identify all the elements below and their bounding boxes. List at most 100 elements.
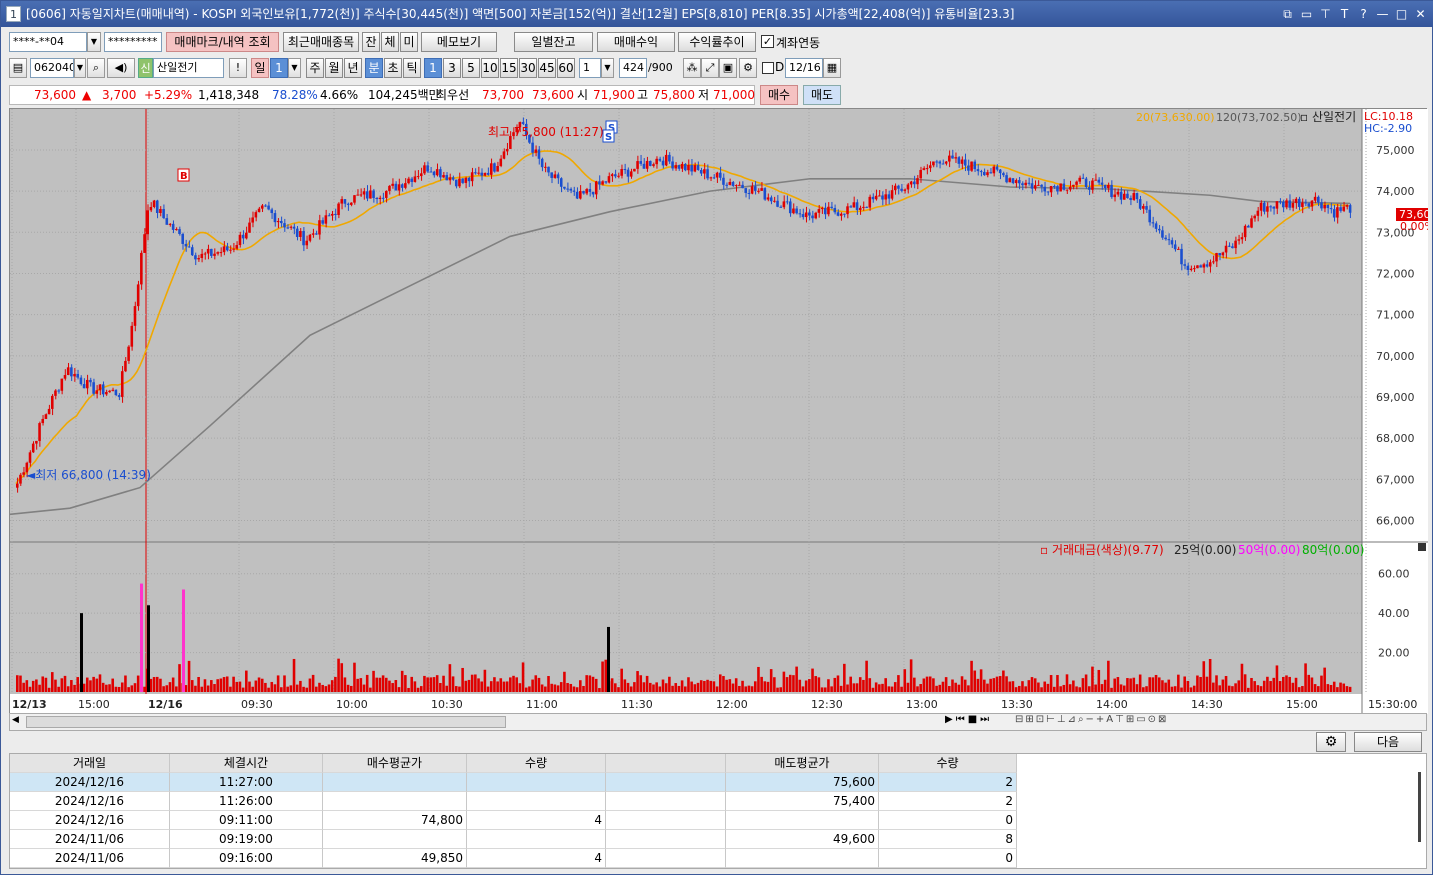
balance-button[interactable]: 잔 (362, 32, 380, 52)
table-cell[interactable]: 11:26:00 (170, 792, 323, 811)
close-icon[interactable]: ✕ (1413, 1, 1428, 27)
next-button[interactable]: 다음 (1354, 732, 1422, 752)
column-header[interactable]: 거래일 (10, 754, 170, 773)
table-cell[interactable] (323, 773, 467, 792)
table-cell[interactable] (606, 811, 726, 830)
trade-mark-button[interactable]: 매매마크/내역 조회 (166, 32, 279, 52)
table-cell[interactable]: 2024/12/16 (10, 811, 170, 830)
week-button[interactable]: 주 (306, 58, 324, 78)
table-cell[interactable] (467, 773, 606, 792)
pin-icon[interactable]: ⊤ (1318, 1, 1333, 27)
font-icon[interactable]: T (1337, 1, 1352, 27)
calendar-icon[interactable]: ▦ (823, 58, 841, 78)
day-num[interactable]: 1 (270, 58, 288, 78)
maximize-icon[interactable]: □ (1394, 1, 1409, 27)
stock-code-input[interactable]: 062040 (30, 58, 74, 78)
count-input[interactable]: 424 (619, 58, 647, 78)
chart-tool-icons[interactable]: ⊟⊞⊡⊢⊥⊿⌕−+A⊤⊞▭⊙⊠ (1015, 714, 1168, 725)
minimize-icon[interactable]: — (1375, 1, 1390, 27)
table-cell[interactable]: 0 (879, 849, 1017, 868)
daily-balance-button[interactable]: 일별잔고 (514, 32, 593, 52)
table-cell[interactable]: 09:11:00 (170, 811, 323, 830)
period-10-button[interactable]: 10 (481, 58, 499, 78)
table-cell[interactable]: 11:27:00 (170, 773, 323, 792)
scroll-left-icon[interactable]: ◀ (12, 715, 19, 725)
table-cell[interactable] (726, 811, 879, 830)
indicator-icon[interactable]: ⁂ (683, 58, 701, 78)
table-cell[interactable]: 09:19:00 (170, 830, 323, 849)
date-input[interactable]: 12/16 (785, 58, 823, 78)
playback-controls[interactable]: ▶⏮■⏭ (945, 714, 992, 725)
restore-icon[interactable]: ⧉ (1280, 1, 1295, 27)
column-header[interactable] (606, 754, 726, 773)
speaker-icon[interactable]: ◀) (107, 58, 135, 78)
alert-button[interactable]: ! (229, 58, 247, 78)
return-trend-button[interactable]: 수익률추이 (678, 32, 756, 52)
draw-tool-icon[interactable]: ⤢ (701, 58, 719, 78)
scroll-thumb[interactable] (26, 716, 506, 728)
column-header[interactable]: 매도평균가 (726, 754, 879, 773)
table-cell[interactable] (606, 849, 726, 868)
table-cell[interactable]: 09:16:00 (170, 849, 323, 868)
period-3-button[interactable]: 3 (443, 58, 461, 78)
table-cell[interactable]: 2024/12/16 (10, 773, 170, 792)
table-cell[interactable]: 49,850 (323, 849, 467, 868)
grid-settings-icon[interactable]: ⚙ (1316, 732, 1346, 752)
unexecuted-button[interactable]: 미 (400, 32, 418, 52)
password-input[interactable]: ********* (104, 32, 162, 52)
recent-trades-button[interactable]: 최근매매종목 (283, 32, 359, 52)
price-chart[interactable]: 75,00074,00073,00072,00071,00070,00069,0… (10, 109, 1428, 714)
layout-icon[interactable]: ▤ (9, 58, 27, 78)
table-scrollbar[interactable] (1418, 772, 1421, 842)
column-header[interactable]: 수량 (467, 754, 606, 773)
executed-button[interactable]: 체 (381, 32, 399, 52)
table-cell[interactable]: 2 (879, 773, 1017, 792)
settings-icon[interactable]: ⚙ (739, 58, 757, 78)
date-checkbox[interactable] (762, 62, 774, 74)
account-link-checkbox[interactable]: ✓ (761, 35, 774, 48)
table-cell[interactable]: 2024/11/06 (10, 830, 170, 849)
table-cell[interactable] (323, 792, 467, 811)
account-dropdown-icon[interactable]: ▼ (87, 32, 101, 52)
buy-button[interactable]: 매수 (760, 85, 798, 105)
trade-profit-button[interactable]: 매매수익 (597, 32, 675, 52)
table-cell[interactable]: 8 (879, 830, 1017, 849)
table-cell[interactable] (726, 849, 879, 868)
period-dropdown-icon[interactable]: ▼ (601, 58, 614, 78)
memo-button[interactable]: 메모보기 (421, 32, 497, 52)
table-cell[interactable]: 2 (879, 792, 1017, 811)
month-button[interactable]: 월 (325, 58, 343, 78)
search-icon[interactable]: ⌕ (87, 58, 105, 78)
table-cell[interactable]: 75,400 (726, 792, 879, 811)
code-dropdown-icon[interactable]: ▼ (74, 58, 86, 78)
period-1-button[interactable]: 1 (424, 58, 442, 78)
account-input[interactable]: ****-**04 (9, 32, 87, 52)
table-cell[interactable]: 2024/11/06 (10, 849, 170, 868)
period-45-button[interactable]: 45 (538, 58, 556, 78)
table-cell[interactable]: 74,800 (323, 811, 467, 830)
table-cell[interactable] (606, 792, 726, 811)
table-cell[interactable]: 0 (879, 811, 1017, 830)
period-input[interactable]: 1 (579, 58, 601, 78)
period-60-button[interactable]: 60 (557, 58, 575, 78)
table-cell[interactable]: 4 (467, 811, 606, 830)
minute-button[interactable]: 분 (365, 58, 383, 78)
year-button[interactable]: 년 (344, 58, 362, 78)
sell-button[interactable]: 매도 (803, 85, 841, 105)
period-5-button[interactable]: 5 (462, 58, 480, 78)
tile-icon[interactable]: ▭ (1299, 1, 1314, 27)
period-30-button[interactable]: 30 (519, 58, 537, 78)
day-dropdown-icon[interactable]: ▼ (288, 58, 301, 78)
table-cell[interactable]: 2024/12/16 (10, 792, 170, 811)
column-header[interactable]: 수량 (879, 754, 1017, 773)
column-header[interactable]: 매수평균가 (323, 754, 467, 773)
table-cell[interactable] (323, 830, 467, 849)
day-button[interactable]: 일 (251, 58, 269, 78)
table-cell[interactable] (467, 830, 606, 849)
period-15-button[interactable]: 15 (500, 58, 518, 78)
help-icon[interactable]: ? (1356, 1, 1371, 27)
second-button[interactable]: 초 (384, 58, 402, 78)
table-cell[interactable]: 4 (467, 849, 606, 868)
table-cell[interactable] (606, 773, 726, 792)
table-cell[interactable]: 49,600 (726, 830, 879, 849)
